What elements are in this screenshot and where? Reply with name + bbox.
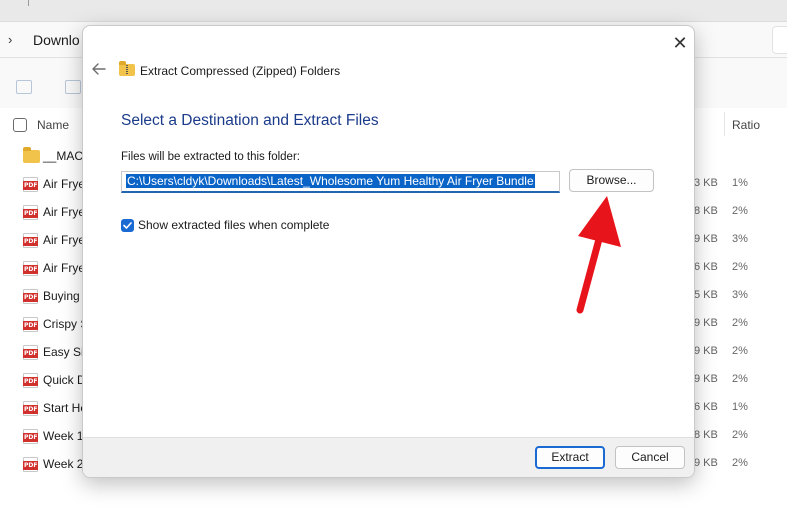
file-name: Air Frye: [43, 233, 85, 247]
file-size: 8 KB: [694, 205, 718, 217]
file-size: 5 KB: [694, 289, 718, 301]
file-ratio: 2%: [732, 373, 748, 385]
folder-icon: [23, 147, 40, 163]
pdf-icon: PDF: [23, 205, 39, 220]
file-size: 9 KB: [694, 317, 718, 329]
close-icon: ✕: [672, 33, 688, 53]
destination-label: Files will be extracted to this folder:: [121, 151, 300, 163]
file-name: Week 2: [43, 457, 84, 471]
file-name: Week 1: [43, 429, 84, 443]
column-header-name[interactable]: Name: [37, 118, 69, 132]
file-size: 9 KB: [694, 373, 718, 385]
arrow-left-icon: [92, 63, 106, 75]
file-size: 9 KB: [694, 457, 718, 469]
rename-icon[interactable]: [16, 80, 32, 94]
pdf-icon: PDF: [23, 429, 39, 444]
file-ratio: 2%: [732, 317, 748, 329]
file-name: Start He: [43, 401, 88, 415]
file-ratio: 2%: [732, 261, 748, 273]
file-ratio: 3%: [732, 289, 748, 301]
dialog-heading: Select a Destination and Extract Files: [121, 112, 379, 129]
destination-path-text: C:\Users\cldyk\Downloads\Latest_Wholesom…: [126, 174, 535, 188]
pdf-icon: PDF: [23, 401, 39, 416]
pdf-icon: PDF: [23, 317, 39, 332]
zip-folder-icon: [119, 61, 135, 76]
file-ratio: 1%: [732, 177, 748, 189]
file-size: 8 KB: [694, 429, 718, 441]
file-ratio: 3%: [732, 233, 748, 245]
pdf-icon: PDF: [23, 233, 39, 248]
column-divider[interactable]: [724, 112, 725, 136]
show-extracted-files-label[interactable]: Show extracted files when complete: [138, 218, 329, 232]
file-size: 9 KB: [694, 345, 718, 357]
extract-dialog: ✕ Extract Compressed (Zipped) Folders Se…: [82, 25, 695, 478]
share-icon[interactable]: [65, 80, 81, 94]
file-ratio: 2%: [732, 205, 748, 217]
back-button[interactable]: [91, 61, 107, 77]
column-header-ratio[interactable]: Ratio: [732, 118, 760, 132]
show-extracted-files-checkbox[interactable]: [121, 219, 134, 232]
file-ratio: 2%: [732, 457, 748, 469]
file-size: 9 KB: [694, 233, 718, 245]
file-size: 6 KB: [694, 261, 718, 273]
file-name: Air Frye: [43, 177, 85, 191]
pdf-icon: PDF: [23, 345, 39, 360]
pdf-icon: PDF: [23, 457, 39, 472]
file-size: 6 KB: [694, 401, 718, 413]
address-text[interactable]: Downlo: [33, 32, 80, 48]
cancel-button[interactable]: Cancel: [615, 446, 685, 469]
select-all-checkbox[interactable]: [13, 118, 27, 132]
pdf-icon: PDF: [23, 177, 39, 192]
extract-button[interactable]: Extract: [535, 446, 605, 469]
file-size: 3 KB: [694, 177, 718, 189]
pdf-icon: PDF: [23, 373, 39, 388]
file-ratio: 2%: [732, 345, 748, 357]
pdf-icon: PDF: [23, 261, 39, 276]
search-box[interactable]: [772, 26, 787, 54]
file-name: Air Frye: [43, 205, 85, 219]
dialog-title: Extract Compressed (Zipped) Folders: [140, 64, 341, 78]
checkmark-icon: [123, 222, 132, 229]
title-bar: [0, 0, 787, 22]
close-button[interactable]: ✕: [669, 32, 691, 54]
file-ratio: 1%: [732, 401, 748, 413]
destination-path-input[interactable]: C:\Users\cldyk\Downloads\Latest_Wholesom…: [121, 171, 560, 193]
chevron-right-icon[interactable]: ›: [8, 32, 12, 47]
pdf-icon: PDF: [23, 289, 39, 304]
file-ratio: 2%: [732, 429, 748, 441]
file-name: Buying: [43, 289, 80, 303]
file-name: Air Frye: [43, 261, 85, 275]
browse-button[interactable]: Browse...: [569, 169, 654, 192]
file-name: Quick D: [43, 373, 86, 387]
